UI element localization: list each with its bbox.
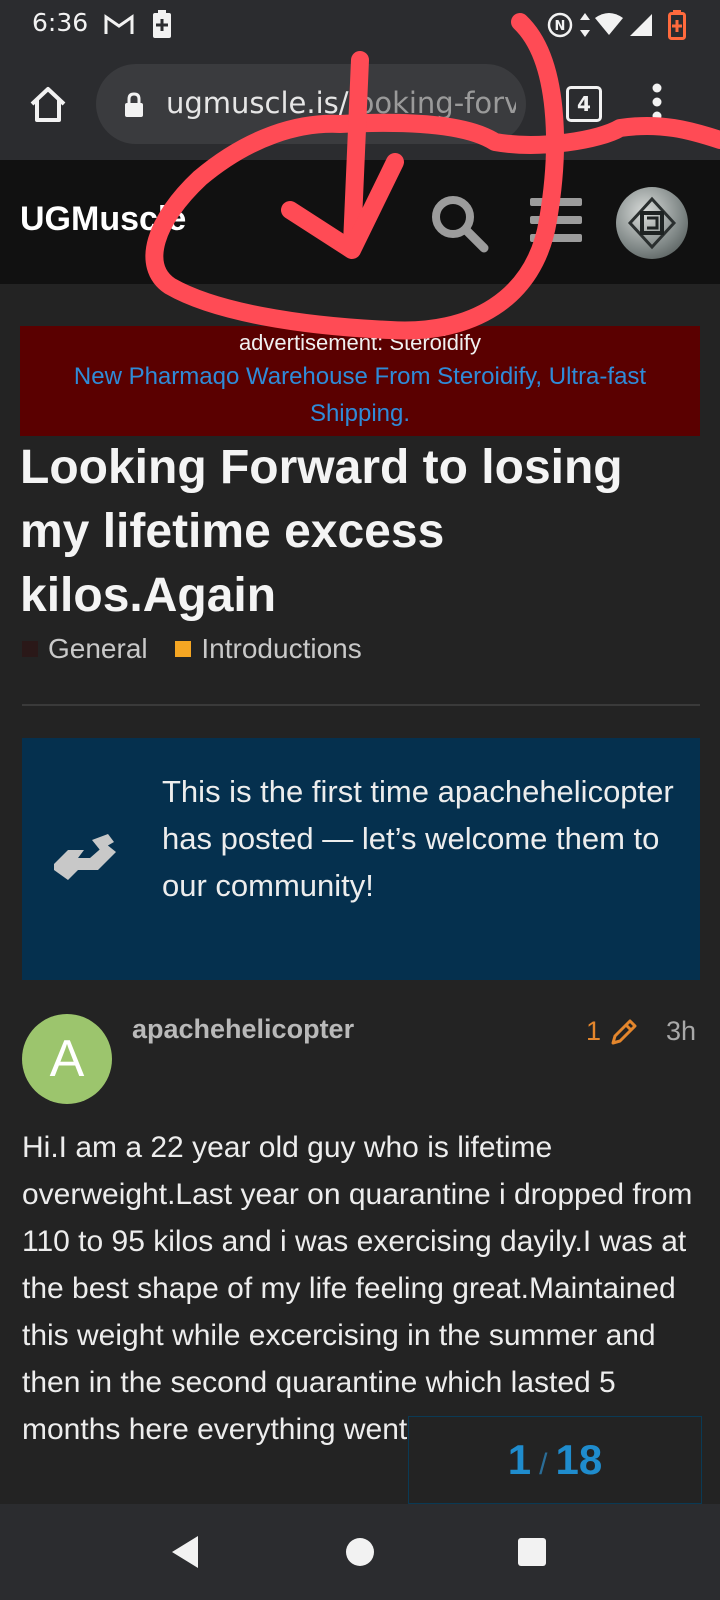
- category-color-swatch: [175, 641, 192, 657]
- signal-icon: [630, 14, 652, 36]
- progress-total: 18: [555, 1436, 603, 1483]
- battery-saver-notification-icon: [153, 10, 171, 38]
- progress-separator: /: [539, 1448, 548, 1481]
- poster-avatar[interactable]: A: [22, 1014, 112, 1104]
- pencil-icon: [611, 1019, 637, 1044]
- edit-count: 1: [586, 1016, 602, 1046]
- browser-toolbar: ugmuscle.is/looking-forv 4: [0, 50, 720, 160]
- lock-icon: [125, 92, 143, 117]
- address-bar[interactable]: ugmuscle.is/looking-forv: [96, 64, 526, 144]
- advertisement-banner[interactable]: advertisement: Steroidify New Pharmaqo W…: [20, 326, 700, 436]
- site-logo[interactable]: UGMuscle: [20, 200, 186, 239]
- system-navigation-bar: [0, 1504, 720, 1600]
- recents-icon[interactable]: [516, 1536, 548, 1568]
- more-options-icon[interactable]: [652, 82, 662, 122]
- ad-label: advertisement: Steroidify: [238, 330, 482, 355]
- topic-categories: General Introductions: [22, 632, 382, 665]
- edit-history-button[interactable]: 1: [586, 1016, 639, 1047]
- topic-progress[interactable]: 1/18: [408, 1416, 702, 1504]
- first-post-notice: This is the first time apachehelicopter …: [22, 738, 700, 980]
- poster-username[interactable]: apachehelicopter: [132, 1014, 354, 1045]
- post-age[interactable]: 3h: [666, 1016, 696, 1047]
- home-icon[interactable]: [28, 84, 68, 124]
- site-header: UGMuscle: [0, 160, 720, 284]
- tab-switcher-button[interactable]: 4: [566, 86, 602, 122]
- url-host: ugmuscle.is/: [166, 86, 349, 120]
- category-introductions[interactable]: Introductions: [175, 633, 362, 665]
- search-icon[interactable]: [428, 192, 490, 254]
- ad-link[interactable]: New Pharmaqo Warehouse From Steroidify, …: [20, 358, 700, 432]
- home-circle-icon[interactable]: [344, 1536, 376, 1568]
- user-avatar[interactable]: [616, 187, 688, 259]
- url-text: ugmuscle.is/looking-forv: [166, 86, 516, 120]
- hamburger-menu-icon[interactable]: [530, 196, 582, 244]
- category-label: General: [48, 633, 148, 664]
- avatar-logo-icon: [627, 196, 677, 250]
- handshake-icon: [54, 834, 116, 880]
- back-icon[interactable]: [168, 1534, 204, 1570]
- data-transfer-icon: [580, 13, 590, 37]
- status-time: 6:36: [32, 8, 89, 37]
- nfc-icon: N: [547, 12, 573, 38]
- wifi-icon: [595, 13, 623, 35]
- battery-icon: [668, 10, 686, 40]
- divider: [22, 704, 700, 706]
- svg-text:N: N: [555, 19, 566, 34]
- status-bar: 6:36 N: [0, 0, 720, 50]
- category-color-swatch: [22, 641, 38, 657]
- welcome-message: This is the first time apachehelicopter …: [162, 774, 674, 903]
- category-general[interactable]: General: [22, 633, 148, 665]
- category-label: Introductions: [201, 633, 362, 664]
- topic-title: Looking Forward to losing my lifetime ex…: [20, 441, 623, 622]
- gmail-icon: [104, 14, 134, 34]
- url-path: looking-forv: [348, 86, 516, 120]
- progress-current: 1: [507, 1436, 532, 1483]
